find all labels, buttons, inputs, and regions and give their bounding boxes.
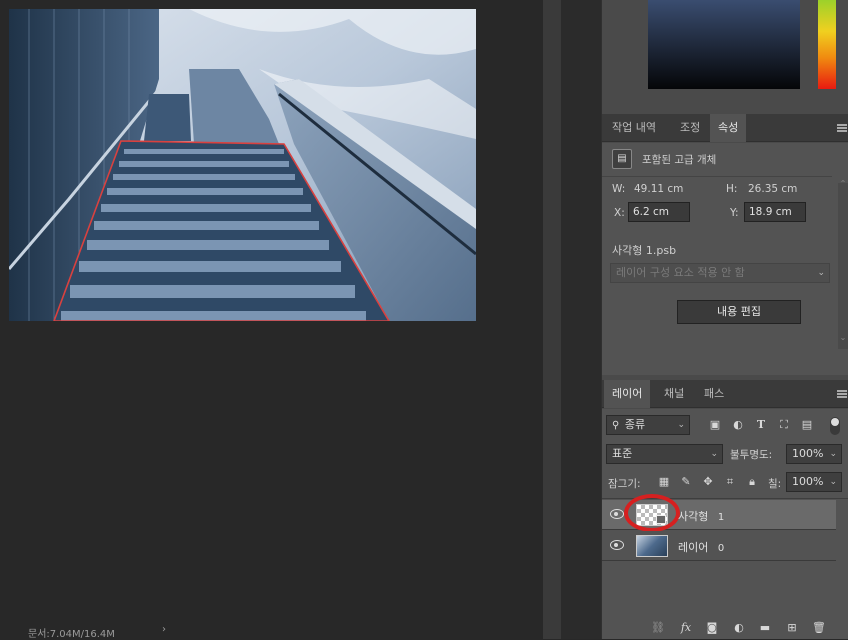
hue-slider[interactable] (818, 0, 836, 89)
layer-name-number: 0 (717, 543, 725, 554)
w-label: W: (612, 183, 626, 195)
panel-menu-icon[interactable] (837, 124, 847, 132)
layer-row-smart[interactable]: 사각형 1 (602, 494, 836, 532)
opacity-value: 100% (792, 447, 824, 460)
lock-label: 잠그기: (608, 478, 641, 490)
x-field[interactable]: 6.2 cm (628, 202, 690, 222)
properties-scrollbar[interactable]: ⌃ ⌄ (838, 179, 848, 349)
move-icon[interactable]: ✥ (701, 475, 715, 489)
right-panels: 작업 내역 조정 속성 ▤ 포함된 고급 개체 W: 49.11 cm H: 2… (601, 0, 848, 639)
filter-toggle-knob (831, 418, 839, 426)
filter-toggle[interactable] (830, 417, 840, 435)
doc-size-text: 문서:7.04M/16.4M (28, 629, 115, 640)
panel-dock-strip (561, 0, 601, 639)
layer-filter-dropdown[interactable]: ⚲ 종류 ⌄ (606, 415, 690, 435)
fill-field[interactable]: 100% ⌄ (786, 472, 842, 492)
adjust-filter-icon[interactable]: ◐ (731, 418, 745, 432)
layer-row-background[interactable]: 레이어 0 (602, 531, 836, 561)
chevron-down-icon: ⌄ (829, 477, 837, 487)
type-filter-icon[interactable]: T (754, 418, 768, 432)
panel-divider (543, 0, 561, 639)
chevron-down-icon: ⌄ (710, 449, 718, 459)
chevron-down-icon: ⌄ (829, 449, 837, 459)
image-filter-icon[interactable]: ▣ (708, 418, 722, 432)
search-icon: ⚲ (612, 420, 620, 431)
status-menu-arrow-icon[interactable]: › (162, 624, 166, 635)
artboard-icon[interactable]: ⌗ (723, 475, 737, 489)
y-label: Y: (730, 207, 739, 219)
chevron-down-icon: ⌄ (677, 420, 685, 430)
canvas-area[interactable] (0, 0, 543, 639)
object-type-label: 포함된 고급 개체 (642, 154, 717, 166)
fill-value: 100% (792, 475, 824, 488)
scroll-up-icon[interactable]: ⌃ (838, 179, 848, 188)
shape-filter-icon[interactable]: ⛶ (777, 418, 791, 432)
opacity-label: 불투명도: (730, 449, 773, 461)
layer-name-number: 1 (717, 512, 725, 523)
layer-name[interactable]: 사각형 1 (678, 508, 724, 524)
layer-thumbnail (636, 535, 668, 557)
layer-name-text: 사각형 (678, 510, 709, 523)
smart-filter-icon[interactable]: ▤ (800, 418, 814, 432)
blend-mode-value: 표준 (612, 447, 633, 460)
properties-panel: ▤ 포함된 고급 개체 W: 49.11 cm H: 26.35 cm X: 6… (602, 143, 848, 375)
color-panel (602, 0, 848, 110)
blend-mode-dropdown[interactable]: 표준 ⌄ (606, 444, 723, 464)
tab-adjustments[interactable]: 조정 (672, 114, 708, 142)
tab-properties[interactable]: 속성 (710, 114, 747, 142)
eye-icon[interactable] (610, 540, 624, 550)
lock-icon[interactable]: 🔒︎ (745, 475, 759, 489)
layers-menu-icon[interactable] (837, 390, 847, 398)
brush-icon[interactable]: ✎ (679, 475, 693, 489)
w-value[interactable]: 49.11 cm (634, 183, 683, 195)
layer-name[interactable]: 레이어 0 (678, 539, 724, 555)
y-field[interactable]: 18.9 cm (744, 202, 806, 222)
document-image[interactable] (9, 9, 476, 321)
layers-tabbar: 레이어 채널 패스 (602, 380, 848, 408)
layers-panel: ⚲ 종류 ⌄ ▣ ◐ T ⛶ ▤ 표준 ⌄ 불투명도: 100% ⌄ 잠그기: … (602, 409, 848, 639)
tab-channels[interactable]: 채널 (656, 380, 692, 408)
properties-tabbar: 작업 내역 조정 속성 (602, 114, 848, 142)
eye-icon[interactable] (610, 509, 624, 519)
layer-name-text: 레이어 (678, 541, 709, 554)
divider (602, 176, 832, 177)
layer-comp-dropdown[interactable]: 레이어 구성 요소 적용 안 함 ⌄ (610, 263, 830, 283)
scroll-down-icon[interactable]: ⌄ (838, 333, 848, 342)
x-label: X: (614, 207, 625, 219)
tab-paths[interactable]: 패스 (696, 380, 732, 408)
smart-object-icon: ▤ (612, 149, 632, 169)
color-field[interactable] (648, 0, 800, 89)
chevron-down-icon: ⌄ (817, 268, 825, 278)
smart-object-filename: 사각형 1.psb (612, 244, 677, 257)
edit-contents-button[interactable]: 내용 편집 (677, 300, 801, 324)
opacity-field[interactable]: 100% ⌄ (786, 444, 842, 464)
h-label: H: (726, 183, 738, 195)
status-bar: 문서:7.04M/16.4M › (0, 624, 543, 640)
h-value[interactable]: 26.35 cm (748, 183, 797, 195)
tab-layers[interactable]: 레이어 (604, 380, 651, 408)
tab-history[interactable]: 작업 내역 (604, 114, 664, 142)
fill-label: 칠: (768, 478, 782, 490)
layer-comp-placeholder: 레이어 구성 요소 적용 안 함 (616, 266, 745, 279)
staircase-photo (9, 9, 476, 321)
filter-label: 종류 (624, 418, 646, 431)
lock-pixels-icon[interactable]: ▦ (657, 475, 671, 489)
highlight-circle (624, 494, 680, 532)
